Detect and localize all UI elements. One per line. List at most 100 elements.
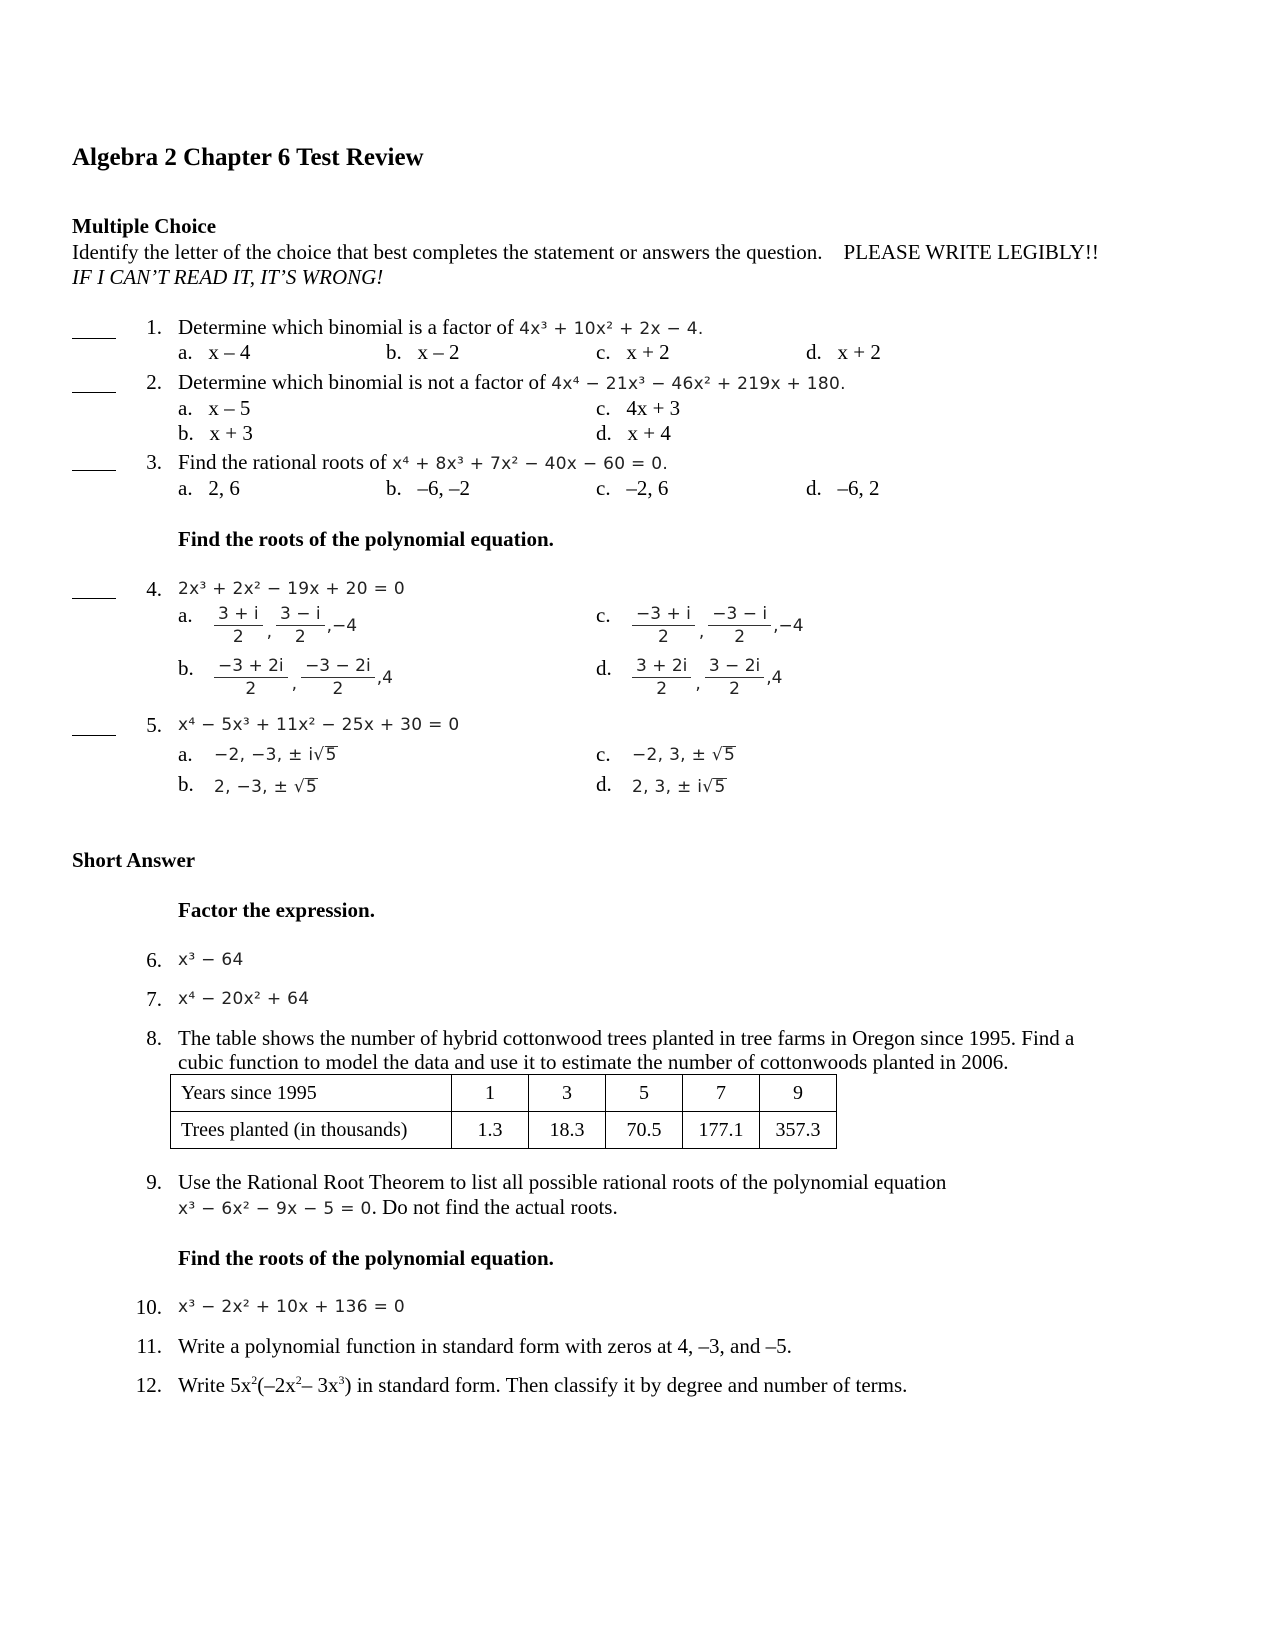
answer-blank[interactable]: [72, 338, 116, 339]
question-number: 1.: [146, 315, 162, 339]
text-part: ) in standard form. Then classify it by …: [344, 1373, 908, 1397]
choice[interactable]: a. 2, 6: [178, 476, 240, 501]
choice-value: x + 2: [837, 340, 881, 364]
choice-roots[interactable]: −2, −3, ± i√5: [214, 745, 338, 765]
text-part: – 3x: [301, 1373, 339, 1397]
subheading-find-roots: Find the roots of the polynomial equatio…: [178, 1246, 554, 1270]
instructions-text: Identify the letter of the choice that b…: [72, 240, 823, 264]
question-text: Find the rational roots of x⁴ + 8x³ + 7x…: [178, 450, 668, 475]
denominator: 2: [232, 627, 244, 647]
real-root: ,4: [376, 667, 393, 688]
question-prompt: Find the rational roots of: [178, 450, 387, 474]
choice-value: x – 4: [208, 340, 251, 364]
question-text: Write a polynomial function in standard …: [178, 1334, 792, 1358]
table-cell: 177.1: [682, 1111, 760, 1149]
section-heading-multiple-choice: Multiple Choice: [72, 214, 217, 238]
choice-letter: c.: [596, 476, 611, 500]
numerator: 3 + 2i: [632, 656, 692, 678]
question-text-line: The table shows the number of hybrid cot…: [178, 1026, 1075, 1050]
choice[interactable]: a. x – 4: [178, 340, 250, 365]
denominator: 2: [245, 679, 257, 699]
table-cell: 7: [682, 1074, 760, 1112]
subheading-factor: Factor the expression.: [178, 898, 375, 922]
polynomial-equation: x³ − 6x² − 9x − 5 = 0: [178, 1199, 372, 1219]
choice-letter: c.: [596, 396, 611, 420]
choice-roots[interactable]: 2, 3, ± i√5: [632, 777, 727, 797]
choice-roots[interactable]: −2, 3, ± √5: [632, 745, 737, 765]
denominator: 2: [332, 679, 344, 699]
table-cell: 1: [451, 1074, 529, 1112]
question-number: 4.: [146, 577, 162, 601]
question-prompt: Determine which binomial is not a factor…: [178, 370, 546, 394]
section-heading-short-answer: Short Answer: [72, 848, 196, 872]
polynomial-expression: 4x³ + 10x² + 2x − 4.: [519, 319, 704, 339]
denominator: 2: [658, 627, 669, 647]
table-row: Years since 1995 1 3 5 7 9: [170, 1074, 837, 1112]
roots-prefix: 2, −3, ±: [214, 777, 294, 797]
choice-value: 2, 6: [208, 476, 240, 500]
choice[interactable]: d. x + 4: [596, 421, 671, 446]
choice-letter: a.: [178, 396, 193, 420]
radicand: 5: [722, 745, 737, 765]
answer-blank[interactable]: [72, 735, 116, 736]
choice[interactable]: b. x – 2: [386, 340, 460, 365]
question-text: Write 5x2(–2x2– 3x3) in standard form. T…: [178, 1373, 907, 1398]
choice-letter: b.: [178, 656, 194, 680]
row-header: Years since 1995: [170, 1074, 452, 1112]
question-instruction: . Do not find the actual roots.: [371, 1195, 618, 1219]
polynomial-equation: x³ − 2x² + 10x + 136 = 0: [178, 1297, 405, 1317]
choice-letter: b.: [386, 340, 402, 364]
choice[interactable]: b. x + 3: [178, 421, 253, 446]
roots-prefix: −2, 3, ±: [632, 745, 712, 765]
choice-letter: b.: [386, 476, 402, 500]
choice[interactable]: d. –6, 2: [806, 476, 880, 501]
choice[interactable]: c. 4x + 3: [596, 396, 680, 421]
roots-prefix: −2, −3, ± i: [214, 745, 314, 765]
factor-expression: x⁴ − 20x² + 64: [178, 989, 310, 1009]
choice-letter: b.: [178, 772, 194, 796]
choice-letter: d.: [806, 476, 822, 500]
document-title: Algebra 2 Chapter 6 Test Review: [72, 144, 424, 171]
answer-blank[interactable]: [72, 598, 116, 599]
text-part: Write 5x: [178, 1373, 252, 1397]
choice-letter: d.: [596, 656, 612, 680]
choice-letter: a.: [178, 603, 193, 627]
choice-fraction-roots[interactable]: −3 + 2i 2 , −3 − 2i 2 ,4: [212, 656, 393, 699]
choice-letter: a.: [178, 742, 193, 766]
choice[interactable]: c. –2, 6: [596, 476, 668, 501]
numerator: −3 + i: [632, 604, 695, 626]
choice-fraction-roots[interactable]: 3 + 2i 2 , 3 − 2i 2 ,4: [630, 656, 782, 699]
choice-value: –6, –2: [417, 476, 471, 500]
choice-fraction-roots[interactable]: 3 + i2 , 3 − i2 ,−4: [212, 604, 357, 647]
numerator: 3 + i: [214, 604, 263, 626]
choice-value: x – 2: [417, 340, 460, 364]
warning-note: IF I CAN’T READ IT, IT’S WRONG!: [72, 265, 384, 289]
question-number: 7.: [146, 987, 162, 1011]
question-number: 9.: [146, 1170, 162, 1194]
polynomial-equation: 2x³ + 2x² − 19x + 20 = 0: [178, 579, 405, 599]
choice-roots[interactable]: 2, −3, ± √5: [214, 777, 319, 797]
table-cell: 18.3: [528, 1111, 606, 1149]
choice-fraction-roots[interactable]: −3 + i2 , −3 − i2 ,−4: [630, 604, 804, 647]
numerator: 3 − 2i: [704, 656, 765, 678]
real-root: ,−4: [773, 615, 804, 636]
choice[interactable]: c. x + 2: [596, 340, 670, 365]
choice[interactable]: a. x – 5: [178, 396, 250, 421]
answer-blank[interactable]: [72, 392, 116, 393]
legibility-note: PLEASE WRITE LEGIBLY!!: [843, 240, 1099, 264]
radicand: 5: [713, 777, 727, 797]
choice-value: –2, 6: [626, 476, 669, 500]
choice-value: x + 4: [627, 421, 671, 445]
choice-letter: d.: [596, 772, 612, 796]
choice-value: x + 3: [209, 421, 253, 445]
question-text-line: x³ − 6x² − 9x − 5 = 0. Do not find the a…: [178, 1195, 618, 1220]
denominator: 2: [734, 627, 746, 647]
answer-blank[interactable]: [72, 470, 116, 471]
choice[interactable]: b. –6, –2: [386, 476, 470, 501]
choice[interactable]: d. x + 2: [806, 340, 881, 365]
row-header: Trees planted (in thousands): [170, 1111, 452, 1149]
question-number: 8.: [146, 1026, 162, 1050]
choice-value: –6, 2: [837, 476, 880, 500]
numerator: −3 − 2i: [301, 656, 375, 678]
question-text: Determine which binomial is a factor of …: [178, 315, 704, 340]
